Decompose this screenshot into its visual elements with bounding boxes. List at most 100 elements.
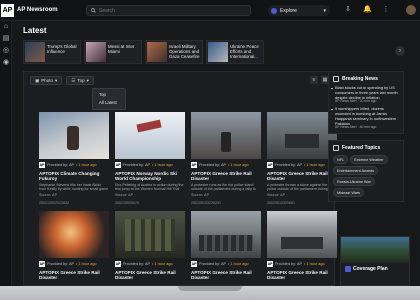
photo-card[interactable]: AP Provided by: AP • 1 hour ago APTOPIX … xyxy=(115,112,185,205)
sort-icon: ☰ xyxy=(71,77,76,83)
tag-icon xyxy=(333,145,339,152)
photo-card[interactable]: AP Provided by: AP • 1 hour ago APTOPIX … xyxy=(191,112,261,205)
topic-chip[interactable]: Mideast Wars xyxy=(333,188,365,198)
card-id: 25020510320681 xyxy=(267,200,295,205)
bell-icon[interactable]: 🔔 xyxy=(363,6,372,14)
search-icon xyxy=(91,8,96,13)
card-title[interactable]: APTOPIX Greece Strike Rail Disaster xyxy=(191,171,261,182)
results-grid: AP Provided by: AP • 1 hour ago APTOPIX … xyxy=(39,112,337,281)
card-description: A protester runs as the riot police stan… xyxy=(191,182,259,192)
latest-card[interactable]: Messi at Inter Miami xyxy=(84,40,142,64)
breaking-news-box: Breaking News Blast stocks cut in spendi… xyxy=(328,71,404,135)
ap-badge-icon: AP xyxy=(115,260,121,267)
photo-thumbnail[interactable] xyxy=(191,112,261,159)
home-icon[interactable]: ⌂ xyxy=(0,21,12,33)
photo-card[interactable]: AP Provided by: AP • 1 hour ago APTOPIX … xyxy=(39,210,109,281)
card-title[interactable]: APTOPIX Greece Strike Rail Disaster xyxy=(191,270,261,281)
card-title[interactable]: APTOPIX Greece Strike Rail Disaster xyxy=(115,270,185,281)
right-sidebar: Breaking News Blast stocks cut in spendi… xyxy=(328,71,404,203)
provider-label: Provided by: AP xyxy=(275,261,303,266)
photo-card[interactable]: AP Provided by: AP • 1 hour ago APTOPIX … xyxy=(267,210,337,281)
laptop-notch xyxy=(178,286,242,291)
search-input[interactable] xyxy=(99,7,249,14)
chevron-down-icon: ▾ xyxy=(323,7,326,14)
time-label: • 1 hour ago xyxy=(76,163,97,167)
card-title[interactable]: APTOPIX Greece Strike Rail Disaster xyxy=(267,171,337,182)
latest-card-text: Ukraine Peace Efforts and International.… xyxy=(230,44,259,60)
top-bar: AP AP Newsroom Explore ▾ ⇩ 🔔 ⋮ xyxy=(0,0,420,21)
breaking-news-item[interactable]: Blast stocks cut in spending by US consu… xyxy=(331,85,399,104)
photo-card[interactable]: AP Provided by: AP • 1 hour ago APTOPIX … xyxy=(39,112,109,205)
ap-badge-icon: AP xyxy=(267,162,273,168)
media-type-filter[interactable]: ▣ Photo ▾ xyxy=(30,76,63,85)
card-meta: AP Provided by: AP • 1 hour ago xyxy=(115,260,185,267)
latest-card[interactable]: Trump's Global Influence xyxy=(23,40,81,64)
card-meta: AP Provided by: AP • 1 hour ago xyxy=(267,260,337,267)
topic-chip[interactable]: Extreme Weather xyxy=(350,155,388,165)
topic-chip[interactable]: Entertainment Awards xyxy=(333,166,379,176)
topic-chip[interactable]: Russia-Ukraine War xyxy=(333,177,375,187)
photo-thumbnail[interactable] xyxy=(39,112,109,159)
breaking-news-text: 5 worshippers killed, dozens wounded in … xyxy=(335,106,397,126)
coverage-title: Coverage Plan xyxy=(353,266,388,272)
latest-card-text: Messi at Inter Miami xyxy=(108,44,135,55)
sort-option-top[interactable]: Top xyxy=(93,89,125,97)
latest-card[interactable]: Israeli Military Operations and Gaza Cea… xyxy=(145,40,203,64)
compass-icon[interactable]: ◎ xyxy=(0,45,12,57)
photo-thumbnail[interactable] xyxy=(267,210,337,258)
photo-thumbnail[interactable] xyxy=(191,210,261,258)
grid-icon[interactable]: ⋮ xyxy=(382,6,390,14)
chevron-down-icon: ▾ xyxy=(55,77,58,83)
ap-badge-icon: AP xyxy=(115,162,121,168)
provider-label: Provided by: AP xyxy=(123,163,151,167)
time-label: • 1 hour ago xyxy=(76,261,97,266)
card-title[interactable]: APTOPIX Greece Strike Rail Disaster xyxy=(267,270,337,281)
photo-card[interactable]: AP Provided by: AP • 1 hour ago APTOPIX … xyxy=(115,210,185,281)
alert-icon xyxy=(333,76,339,82)
explore-button[interactable]: Explore ▾ xyxy=(268,5,330,16)
sort-option-all-latest[interactable]: All Latest xyxy=(93,97,125,105)
breaking-news-item[interactable]: 5 worshippers killed, dozens wounded in … xyxy=(331,106,399,130)
next-arrow-button[interactable]: › xyxy=(395,46,405,56)
time-label: • 1 hour ago xyxy=(304,261,325,266)
ap-badge-icon: AP xyxy=(39,260,45,267)
latest-thumbnail xyxy=(86,42,106,62)
photo-thumbnail[interactable] xyxy=(115,112,185,159)
photo-card[interactable]: AP Provided by: AP • 1 hour ago APTOPIX … xyxy=(267,112,337,205)
coverage-header: Coverage Plan xyxy=(341,263,409,275)
photo-thumbnail[interactable] xyxy=(39,210,109,258)
breaking-news-source: AP News Alert · 20 min ago xyxy=(335,99,377,104)
latest-card[interactable]: Ukraine Peace Efforts and International.… xyxy=(206,40,264,64)
card-meta: AP Provided by: AP • 1 hour ago xyxy=(115,162,185,168)
sort-dropdown: Top All Latest xyxy=(92,88,126,110)
breaking-news-header: Breaking News xyxy=(329,72,403,86)
list-view-icon[interactable]: ≡ xyxy=(310,76,318,84)
avatar[interactable] xyxy=(406,5,416,15)
search-bar[interactable] xyxy=(86,5,251,16)
photo-thumbnail[interactable] xyxy=(267,112,337,159)
ap-badge-icon: AP xyxy=(39,162,45,168)
download-icon[interactable]: ⇩ xyxy=(344,6,352,14)
breaking-news-text: Blast stocks cut in spending by US consu… xyxy=(335,85,398,100)
card-title[interactable]: APTOPIX Greece Strike Rail Disaster xyxy=(39,270,109,281)
page-title: Latest xyxy=(23,26,47,35)
calendar-icon xyxy=(345,266,351,272)
card-source: Source: AP xyxy=(115,192,133,197)
topic-chip[interactable]: NFL xyxy=(333,155,349,165)
coverage-plan-box[interactable]: Coverage Plan xyxy=(340,236,410,286)
ap-logo[interactable]: AP xyxy=(1,3,14,17)
ap-badge-icon: AP xyxy=(191,162,197,168)
photo-card[interactable]: AP Provided by: AP • 1 hour ago APTOPIX … xyxy=(191,210,261,281)
card-title[interactable]: APTOPIX Climate Changing Fukuroy xyxy=(39,171,109,182)
topic-chips: NFL Extreme Weather Entertainment Awards… xyxy=(329,155,403,201)
featured-topics-title: Featured Topics xyxy=(342,145,381,152)
card-meta: AP Provided by: AP • 1 hour ago xyxy=(267,162,337,168)
bookmark-icon[interactable]: ▤ xyxy=(0,33,12,45)
results-panel: ▣ Photo ▾ ☰ Top ▾ Top All Latest ≡ ▦ AP … xyxy=(23,71,337,286)
user-icon[interactable]: ◉ xyxy=(0,57,12,69)
photo-thumbnail[interactable] xyxy=(115,210,185,258)
sort-filter[interactable]: ☰ Top ▾ xyxy=(66,76,94,85)
ap-badge-icon: AP xyxy=(191,260,197,267)
card-title[interactable]: APTOPIX Norway Nordic Ski World Champion… xyxy=(115,171,185,182)
card-meta: AP Provided by: AP • 1 hour ago xyxy=(191,260,261,267)
